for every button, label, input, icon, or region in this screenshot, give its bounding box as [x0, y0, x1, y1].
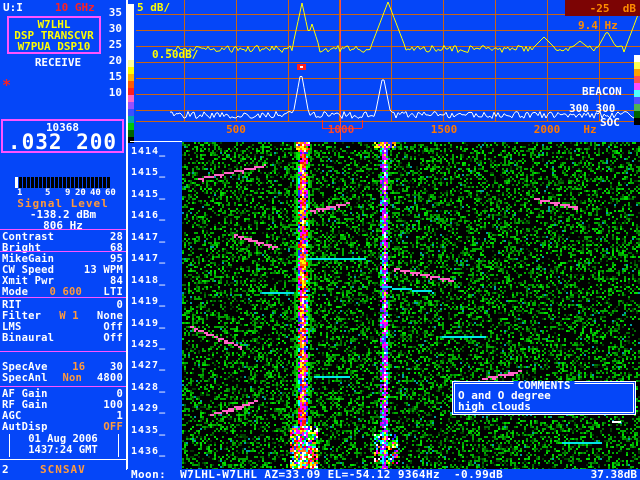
- palette-segment: [634, 69, 640, 76]
- setting-label: AutDisp: [2, 422, 48, 433]
- frequency-display[interactable]: 10368 .032 200: [1, 119, 124, 153]
- palette-segment: [634, 55, 640, 62]
- waterfall-timestamps: 1414_1415_1415_1416_1417_1417_1418_1419_…: [131, 146, 181, 468]
- divider: [0, 297, 126, 298]
- axis-tick-label: 1000: [328, 124, 355, 135]
- station-id-box: W7LHL DSP TRANSCVR W7PUA DSP10: [7, 16, 101, 54]
- waterfall-timestamp: 1418_: [131, 275, 181, 296]
- settings-group-tx: MikeGain95CW Speed13 WPMXmit Pwr84Mode0 …: [2, 254, 123, 298]
- palette-segment: [634, 118, 640, 125]
- setting-row[interactable]: Mode 0 600 LTI: [2, 287, 123, 298]
- waterfall-timestamp: 1416_: [131, 210, 181, 231]
- divider: [0, 459, 127, 460]
- settings-group-audio: AF Gain0RF Gain100AGC1AutDispOFF: [2, 389, 123, 433]
- spectrum-display: [134, 0, 640, 142]
- signal-ratio-value: 37.38dB: [591, 469, 637, 480]
- palette-segment: [634, 104, 640, 111]
- setting-row[interactable]: AutDisp OFF: [2, 422, 123, 433]
- date-time-box: 01 Aug 2006 1437:24 GMT: [9, 434, 119, 457]
- ref-level-box: -25 dB: [565, 0, 640, 16]
- beacon-label: BEACON: [582, 86, 622, 97]
- waterfall-timestamp: 1436_: [131, 446, 181, 467]
- setting-mid-value: Non: [62, 373, 82, 384]
- setting-mid-value: W 1: [59, 311, 79, 322]
- alert-asterisk: *: [2, 80, 11, 91]
- palette-segment: [634, 83, 640, 90]
- setting-value: LTI: [103, 287, 123, 298]
- scale-label: 35: [96, 7, 122, 23]
- scan-counter: 2: [2, 464, 9, 475]
- scale-label: 10: [96, 87, 122, 103]
- text-cursor: [612, 421, 621, 423]
- moon-tracking-status: Moon: W7LHL-W7LHL AZ=33.09 EL=-54.12 936…: [131, 469, 503, 480]
- palette-segment: [634, 97, 640, 104]
- waterfall-timestamp: 1427_: [131, 360, 181, 381]
- axis-tick-label: 1500: [431, 124, 458, 135]
- scale-per-div-upper: 5 dB/: [137, 2, 170, 13]
- s-meter-segment: [15, 177, 18, 188]
- palette-segment: [634, 62, 640, 69]
- ref-level-value: -25 dB: [590, 3, 636, 14]
- band-label: 10 GHz: [55, 2, 95, 13]
- axis-tick-label: 2000: [534, 124, 561, 135]
- scale-label: 25: [96, 39, 122, 55]
- palette-segment: [634, 111, 640, 118]
- divider: [0, 229, 126, 230]
- palette-segment: [634, 90, 640, 97]
- scale-label: 30: [96, 23, 122, 39]
- waterfall-timestamp: 1429_: [131, 403, 181, 424]
- frequency-khz: .032 200: [3, 132, 122, 152]
- waterfall-timestamp: 1415_: [131, 189, 181, 210]
- divider: [0, 351, 126, 352]
- waterfall-timestamp: 1419_: [131, 296, 181, 317]
- waterfall-topline: [130, 141, 182, 142]
- resolution-value: 9.4 Hz: [578, 20, 618, 31]
- dsp10-transceiver-screen: U:I 10 GHz W7LHL DSP TRANSCVR W7PUA DSP1…: [0, 0, 640, 480]
- setting-row[interactable]: SpecAnl Non 4800: [2, 373, 123, 384]
- axis-tick-label: 500: [226, 124, 246, 135]
- vfo-indicator: U:I: [3, 2, 23, 13]
- comments-title: COMMENTS: [514, 381, 575, 391]
- settings-group-rx: RIT0FilterW 1NoneLMSOffBinauralOff: [2, 300, 123, 344]
- beacon-values: 300 300: [569, 103, 615, 114]
- setting-value: OFF: [103, 422, 123, 433]
- settings-group-spectrum: SpecAve1630SpecAnlNon4800: [2, 362, 123, 384]
- time-display: 1437:24 GMT: [10, 445, 116, 456]
- soc-label: SOC: [600, 117, 620, 128]
- setting-label: Binaural: [2, 333, 54, 344]
- waterfall-timestamp: 1414_: [131, 146, 181, 167]
- divider: [0, 251, 126, 252]
- waterfall-display: [182, 142, 640, 470]
- station-rig: W7PUA DSP10: [9, 41, 99, 52]
- setting-mid-value: 0 600: [49, 287, 82, 298]
- scale-per-div-lower: 0.50dB/: [152, 49, 198, 60]
- setting-value: Off: [103, 333, 123, 344]
- waterfall-timestamp: 1417_: [131, 253, 181, 274]
- status-bar: Moon: W7LHL-W7LHL AZ=33.09 EL=-54.12 936…: [127, 469, 640, 480]
- s-meter-bar: [15, 177, 111, 188]
- setting-row[interactable]: Binaural Off: [2, 333, 123, 344]
- waterfall-timestamp: 1425_: [131, 339, 181, 360]
- intensity-palette-right: [634, 55, 640, 125]
- axis-unit-label: Hz: [583, 124, 596, 135]
- palette-segment: [634, 76, 640, 83]
- setting-value: 4800: [97, 373, 123, 384]
- waterfall-timestamp: 1428_: [131, 382, 181, 403]
- waterfall-timestamp: 1415_: [131, 167, 181, 188]
- setting-label: Mode: [2, 287, 28, 298]
- comments-box[interactable]: COMMENTS O and O degree high clouds: [452, 381, 636, 415]
- waterfall-timestamp: 1435_: [131, 425, 181, 446]
- waterfall-timestamp: 1419_: [131, 318, 181, 339]
- divider: [0, 386, 126, 387]
- scale-label: 15: [96, 71, 122, 87]
- comments-line-2: high clouds: [455, 402, 633, 413]
- waterfall-timestamp: 1417_: [131, 232, 181, 253]
- spectrum-scale-labels: 353025201510: [96, 7, 122, 103]
- screensaver-label: SCNSAV: [40, 464, 86, 475]
- setting-label: SpecAnl: [2, 373, 48, 384]
- mode-indicator: RECEIVE: [0, 57, 116, 68]
